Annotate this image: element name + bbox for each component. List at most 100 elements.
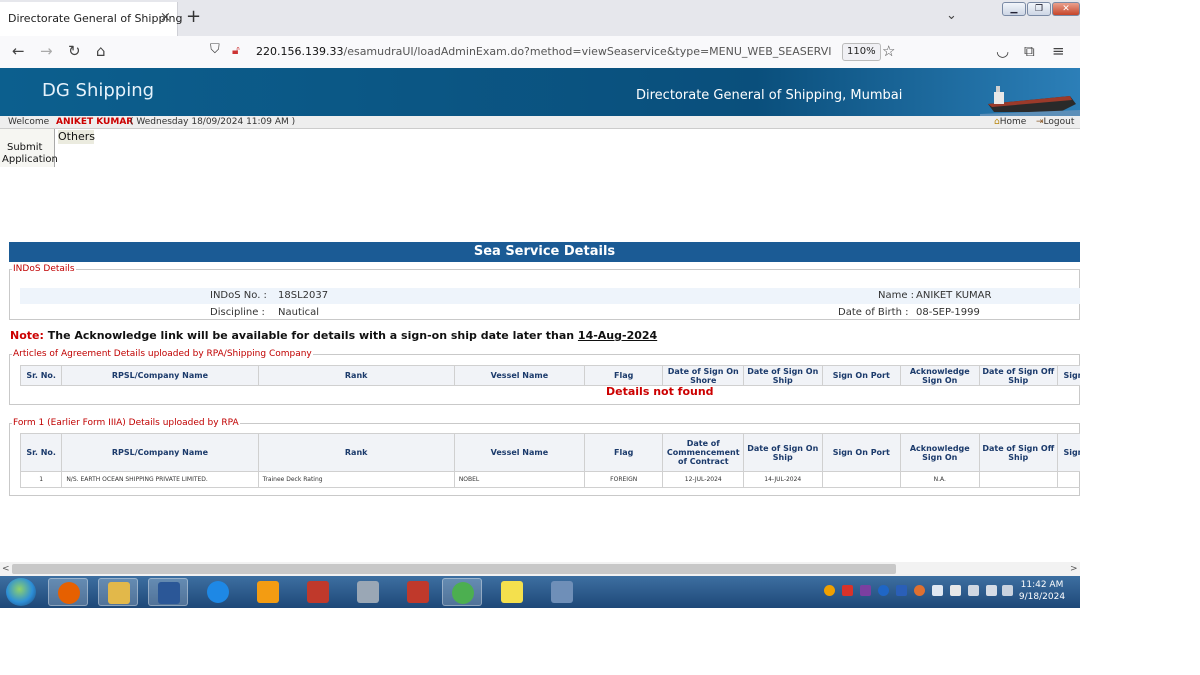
discipline-value: Nautical: [278, 307, 320, 318]
form1-header-cell: Date of Sign Off Ship: [978, 433, 1059, 472]
menu-others[interactable]: Others: [58, 130, 95, 144]
menu-icon[interactable]: ≡: [1052, 42, 1065, 60]
back-arrow-icon[interactable]: ←: [12, 42, 25, 60]
note-date: 14-Aug-2024: [577, 329, 658, 342]
taskbar-item-internet-explorer[interactable]: [198, 578, 238, 606]
taskbar-item-file-explorer[interactable]: [98, 578, 138, 606]
taskbar-item-sticky-notes[interactable]: [492, 578, 532, 606]
minimize-icon[interactable]: ▁: [1002, 2, 1026, 16]
clock-time: 11:42 AM: [1020, 580, 1064, 590]
login-datetime: ( Wednesday 18/09/2024 11:09 AM ): [130, 117, 296, 127]
volume-icon[interactable]: [986, 585, 997, 596]
form1-header-cell: Date of Commencement of Contract: [662, 433, 745, 472]
menu-label-line2: Application: [2, 154, 58, 165]
aoa-header-cell: Acknowledge Sign On: [900, 365, 980, 386]
logout-link-label: Logout: [1043, 117, 1075, 127]
aoa-header-cell: Date of Sign On Shore: [662, 365, 745, 386]
welcome-label: Welcome: [8, 117, 50, 127]
url-bar[interactable]: ⛉ 🔓︎ 220.156.139.33/esamudraUI/loadAdmin…: [204, 39, 904, 65]
new-tab-button[interactable]: +: [186, 6, 201, 27]
forward-arrow-icon[interactable]: →: [40, 42, 53, 60]
close-tab-icon[interactable]: ×: [160, 10, 171, 25]
menu-label: Submit Application: [2, 142, 58, 166]
site-title: DG Shipping: [42, 80, 155, 101]
home-link[interactable]: ⌂Home: [994, 116, 1026, 128]
aoa-header-cell: Vessel Name: [453, 365, 585, 386]
taskbar-item-firefox[interactable]: [48, 578, 88, 606]
form1-header-cell: Sign Off Po: [1057, 433, 1080, 472]
section-title: Sea Service Details: [9, 242, 1080, 262]
menu-submit-application[interactable]: Submit Application: [0, 129, 58, 167]
tray-device-icon[interactable]: [968, 585, 979, 596]
pocket-icon[interactable]: ◡: [996, 42, 1009, 60]
aoa-header-row: Sr. No. RPSL/Company Name Rank Vessel Name F…: [19, 365, 1080, 386]
form1-header-cell: Sr. No.: [19, 433, 63, 472]
url-host: 220.156.139.33: [256, 45, 344, 58]
table-cell: 1: [19, 471, 63, 488]
info-icon[interactable]: [896, 585, 907, 596]
flag-icon[interactable]: [950, 585, 961, 596]
taskbar-item-snipping-tool[interactable]: [542, 578, 582, 606]
form1-legend: Form 1 (Earlier Form IIIA) Details uploa…: [13, 418, 239, 428]
reload-icon[interactable]: ↻: [68, 42, 81, 60]
tray-app-icon[interactable]: [842, 585, 853, 596]
lock-icon[interactable]: 🔓︎: [232, 43, 240, 58]
browser-nav-bar: ← → ↻ ⌂ ⛉ 🔓︎ 220.156.139.33/esamudraUI/l…: [0, 36, 1080, 69]
taskbar-clock[interactable]: 11:42 AM 9/18/2024: [1012, 579, 1072, 603]
url-path: /esamudraUI/loadAdminExam.do?method=view…: [343, 45, 831, 58]
zoom-level[interactable]: 110%: [842, 43, 881, 61]
table-cell: 12-JUL-2024: [662, 471, 745, 488]
table-cell: NOBEL: [453, 471, 585, 488]
user-name: ANIKET KUMAR: [56, 117, 134, 127]
extensions-icon[interactable]: ⧉: [1024, 42, 1035, 60]
word-icon: [158, 582, 180, 604]
tray-update-icon[interactable]: [914, 585, 925, 596]
taskbar-item-media-player[interactable]: [248, 578, 288, 606]
scrollbar-thumb[interactable]: [12, 564, 896, 574]
chevron-down-icon[interactable]: ⌄: [946, 8, 957, 23]
taskbar-item-calculator[interactable]: [348, 578, 388, 606]
start-button[interactable]: [6, 578, 36, 606]
table-cell: [1057, 471, 1080, 488]
url-text[interactable]: 220.156.139.33/esamudraUI/loadAdminExam.…: [256, 45, 831, 58]
aoa-header-cell: RPSL/Company Name: [61, 365, 259, 386]
form1-header-cell: Acknowledge Sign On: [900, 433, 980, 472]
star-icon[interactable]: ☆: [882, 42, 895, 60]
browser-tab[interactable]: Directorate General of Shipping ×: [0, 2, 182, 36]
scroll-left-icon[interactable]: <: [2, 562, 10, 576]
aoa-header-cell: Sign Off Po: [1057, 365, 1080, 386]
home-icon[interactable]: ⌂: [96, 42, 106, 60]
table-cell: [978, 471, 1059, 488]
indos-value: 18SL2037: [278, 290, 329, 301]
scroll-right-icon[interactable]: >: [1070, 562, 1078, 576]
ship-image: [980, 86, 1080, 116]
chrome-icon: [452, 582, 474, 604]
table-cell: N/S. EARTH OCEAN SHIPPING PRIVATE LIMITE…: [61, 471, 259, 488]
taskbar-item-word[interactable]: [148, 578, 188, 606]
taskbar-item-pdf-reader[interactable]: [298, 578, 338, 606]
aoa-header-cell: Flag: [583, 365, 664, 386]
tray-security-icon[interactable]: [932, 585, 943, 596]
tab-title: Directorate General of Shipping: [8, 12, 183, 25]
restore-icon[interactable]: ❐: [1027, 2, 1051, 16]
horizontal-scrollbar[interactable]: < >: [0, 562, 1080, 576]
site-subtitle: Directorate General of Shipping, Mumbai: [636, 88, 903, 103]
onenote-icon[interactable]: [860, 585, 871, 596]
close-window-icon[interactable]: ✕: [1052, 2, 1080, 16]
windows-taskbar: 11:42 AM 9/18/2024: [0, 576, 1080, 608]
logout-link[interactable]: ⇥Logout: [1036, 116, 1074, 128]
bluetooth-icon[interactable]: [878, 585, 889, 596]
form1-header-cell: Date of Sign On Ship: [743, 433, 823, 472]
form1-table: Sr. No. RPSL/Company Name Rank Vessel Name F…: [19, 433, 1080, 488]
taskbar-item-chrome[interactable]: [442, 578, 482, 606]
taskbar-item-photo-app[interactable]: [398, 578, 438, 606]
indos-legend: INDoS Details: [13, 264, 75, 274]
shield-icon[interactable]: ⛉: [210, 42, 220, 57]
note: Note: The Acknowledge link will be avail…: [10, 329, 657, 342]
aoa-header-cell: Date of Sign On Ship: [743, 365, 823, 386]
aoa-header-cell: Sign On Port: [821, 365, 902, 386]
tray-arrow-icon[interactable]: [824, 585, 835, 596]
table-row: 1 N/S. EARTH OCEAN SHIPPING PRIVATE LIMIT…: [19, 471, 1080, 488]
discipline-row: Discipline : Nautical Date of Birth : 08…: [20, 305, 1080, 321]
table-cell: Trainee Deck Rating: [257, 471, 455, 488]
